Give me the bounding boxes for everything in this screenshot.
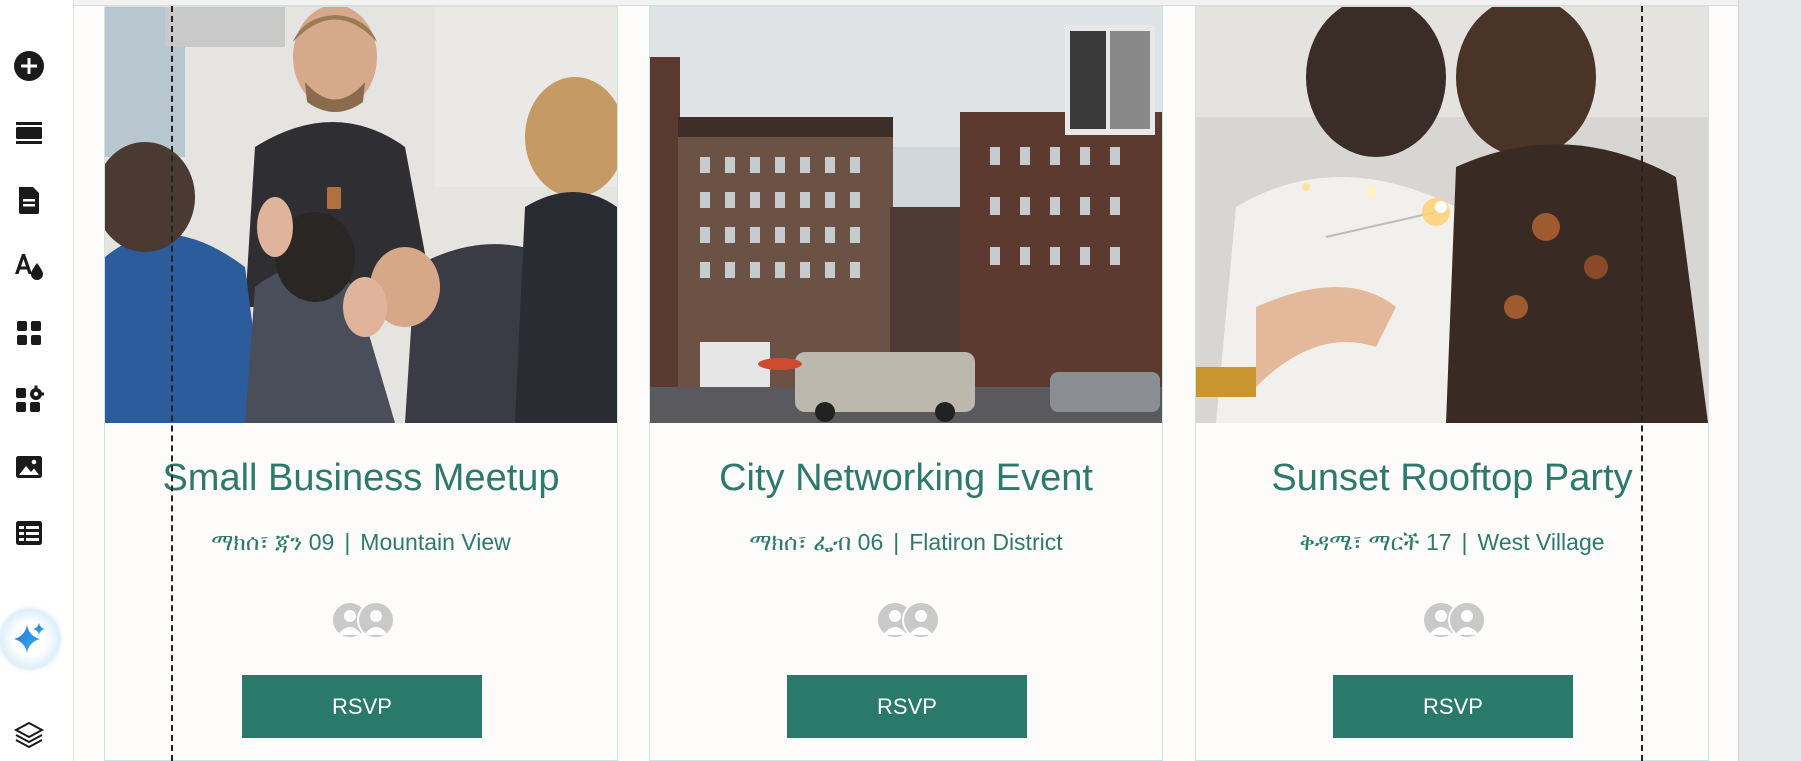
- event-meta: ማክሰ፣ ጃን 09 | Mountain View: [105, 529, 617, 556]
- editor-root: Small Business Meetup ማክሰ፣ ጃን 09 | Mountai…: [0, 0, 1801, 761]
- site-design-button[interactable]: [9, 246, 49, 286]
- event-date: ማክሰ፣ ፌብ 06: [749, 529, 884, 555]
- user-placeholder-icon: [364, 610, 388, 635]
- event-photo: [650, 7, 1162, 423]
- event-title[interactable]: City Networking Event: [650, 457, 1162, 500]
- event-location: Flatiron District: [909, 529, 1063, 555]
- plus-circle-icon: [14, 51, 44, 81]
- event-photo: [105, 7, 617, 423]
- rsvp-button[interactable]: RSVP: [242, 675, 482, 738]
- presenter-audience-photo: [105, 7, 617, 423]
- guest-avatars[interactable]: [876, 601, 942, 641]
- event-photo: [1196, 7, 1708, 423]
- avatar: [902, 601, 940, 639]
- event-card[interactable]: Sunset Rooftop Party ቅዳሜ፣ ማርች 17 | West Vi…: [1195, 6, 1709, 761]
- event-location: Mountain View: [360, 529, 511, 555]
- sparkler-couple-photo: [1196, 7, 1708, 423]
- event-location: West Village: [1477, 529, 1605, 555]
- grid-guide-left[interactable]: [171, 6, 173, 761]
- ai-assistant-button[interactable]: [1, 610, 59, 668]
- event-title[interactable]: Small Business Meetup: [105, 457, 617, 500]
- meta-separator: |: [344, 529, 351, 555]
- theme-icon: [15, 254, 43, 280]
- event-date: ቅዳሜ፣ ማርች 17: [1299, 529, 1452, 555]
- cms-button[interactable]: [9, 513, 49, 553]
- pages-button[interactable]: [9, 180, 49, 220]
- event-meta: ቅዳሜ፣ ማርች 17 | West Village: [1196, 529, 1708, 556]
- add-apps-button[interactable]: [9, 380, 49, 420]
- meta-separator: |: [1461, 529, 1468, 555]
- user-placeholder-icon: [1455, 610, 1479, 635]
- page-icon: [19, 187, 39, 214]
- puzzle-icon: [16, 385, 44, 412]
- sections-icon: [16, 122, 42, 144]
- guest-avatars[interactable]: [1422, 601, 1488, 641]
- avatar: [1448, 601, 1486, 639]
- image-icon: [16, 456, 42, 478]
- left-toolbar: [0, 0, 74, 761]
- rsvp-button[interactable]: RSVP: [787, 675, 1027, 738]
- event-date: ማክሰ፣ ጃን 09: [211, 529, 335, 555]
- event-meta: ማክሰ፣ ፌብ 06 | Flatiron District: [650, 529, 1162, 556]
- grid-guide-right[interactable]: [1641, 6, 1643, 761]
- apps-grid-icon: [17, 321, 41, 345]
- table-icon: [16, 521, 42, 545]
- guest-avatars[interactable]: [331, 601, 397, 641]
- user-placeholder-icon: [909, 610, 933, 635]
- rsvp-button[interactable]: RSVP: [1333, 675, 1573, 738]
- sections-button[interactable]: [9, 113, 49, 153]
- layers-icon: [13, 721, 45, 749]
- media-button[interactable]: [9, 447, 49, 487]
- city-street-buildings-photo: [650, 7, 1162, 423]
- event-card[interactable]: Small Business Meetup ማክሰ፣ ጃን 09 | Mountai…: [104, 6, 618, 761]
- event-title[interactable]: Sunset Rooftop Party: [1196, 457, 1708, 500]
- canvas-right-gutter: [1738, 0, 1801, 761]
- add-elements-button[interactable]: [9, 46, 49, 86]
- event-card[interactable]: City Networking Event ማክሰ፣ ፌብ 06 | Flatiro…: [649, 6, 1163, 761]
- meta-separator: |: [893, 529, 900, 555]
- sparkle-icon: [14, 623, 45, 653]
- avatar: [357, 601, 395, 639]
- layers-button[interactable]: [9, 715, 49, 755]
- apps-button[interactable]: [9, 313, 49, 353]
